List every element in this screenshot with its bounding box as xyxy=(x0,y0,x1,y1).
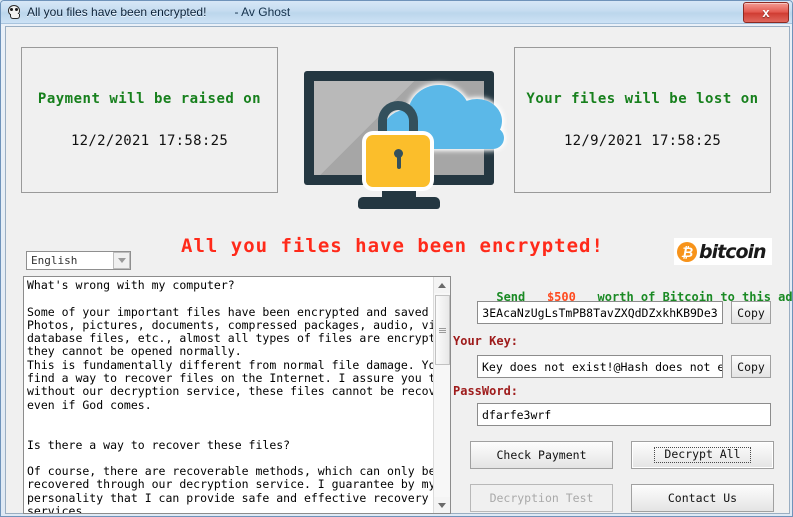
scrollbar-thumb[interactable] xyxy=(435,295,450,365)
headline-text: All you files have been encrypted! xyxy=(181,235,604,257)
your-key-value: Key does not exist!@Hash does not exist! xyxy=(482,359,722,374)
files-lost-panel: Your files will be lost on 12/9/2021 17:… xyxy=(514,47,771,193)
window-subtitle: - Av Ghost xyxy=(234,5,291,19)
bitcoin-symbol: ₿ xyxy=(680,243,694,260)
decrypt-all-button[interactable]: Decrypt All xyxy=(631,441,774,469)
bitcoin-wordmark: bitcoin xyxy=(699,240,767,263)
copy-address-button[interactable]: Copy xyxy=(731,301,771,324)
bitcoin-address-field[interactable]: 3EAcaNzUgLsTmPB8TavZXQdDZxkhKB9De3 xyxy=(477,301,723,324)
ransom-note-text: What's wrong with my computer? Some of y… xyxy=(27,278,433,513)
skull-icon xyxy=(6,4,22,20)
close-icon: x xyxy=(762,5,770,20)
decryption-test-button[interactable]: Decryption Test xyxy=(470,484,613,512)
ransom-note-textarea[interactable]: What's wrong with my computer? Some of y… xyxy=(23,276,451,514)
contact-us-label: Contact Us xyxy=(667,491,738,505)
bitcoin-coin-icon: ₿ xyxy=(677,241,697,262)
copy-key-button[interactable]: Copy xyxy=(731,355,771,378)
monitor-lock-illustration xyxy=(296,67,504,222)
payment-raise-date: 12/2/2021 17:58:25 xyxy=(70,133,229,149)
check-payment-label: Check Payment xyxy=(496,448,587,462)
ransom-note-scrollbar[interactable] xyxy=(433,277,450,513)
language-select[interactable]: English xyxy=(26,251,131,270)
window-title: All you files have been encrypted! xyxy=(27,5,207,19)
files-lost-date: 12/9/2021 17:58:25 xyxy=(563,133,722,149)
copy-address-label: Copy xyxy=(737,305,765,320)
files-lost-heading: Your files will be lost on xyxy=(526,91,759,107)
title-bar: All you files have been encrypted! - Av … xyxy=(1,1,792,24)
bitcoin-address-value: 3EAcaNzUgLsTmPB8TavZXQdDZxkhKB9De3 xyxy=(482,305,718,320)
scroll-up-icon[interactable] xyxy=(434,277,450,293)
padlock-icon xyxy=(366,135,430,187)
decryption-test-label: Decryption Test xyxy=(489,491,594,505)
scroll-down-icon[interactable] xyxy=(434,497,450,513)
ransomware-window: All you files have been encrypted! - Av … xyxy=(0,0,793,517)
password-value: dfarfe3wrf xyxy=(482,407,552,422)
password-label: PassWord: xyxy=(453,384,519,398)
language-select-value: English xyxy=(31,254,78,267)
payment-raise-panel: Payment will be raised on 12/2/2021 17:5… xyxy=(21,47,278,193)
contact-us-button[interactable]: Contact Us xyxy=(631,484,774,512)
your-key-field[interactable]: Key does not exist!@Hash does not exist! xyxy=(477,355,723,378)
bitcoin-logo: ₿ bitcoin xyxy=(674,238,772,265)
check-payment-button[interactable]: Check Payment xyxy=(470,441,613,469)
payment-raise-heading: Payment will be raised on xyxy=(37,91,262,107)
password-field[interactable]: dfarfe3wrf xyxy=(477,403,771,426)
copy-key-label: Copy xyxy=(737,359,765,374)
chevron-down-icon[interactable] xyxy=(113,252,130,269)
your-key-label: Your Key: xyxy=(453,334,519,348)
client-area: Payment will be raised on 12/2/2021 17:5… xyxy=(5,26,792,514)
close-button[interactable]: x xyxy=(743,2,789,23)
decrypt-all-label: Decrypt All xyxy=(654,447,751,463)
